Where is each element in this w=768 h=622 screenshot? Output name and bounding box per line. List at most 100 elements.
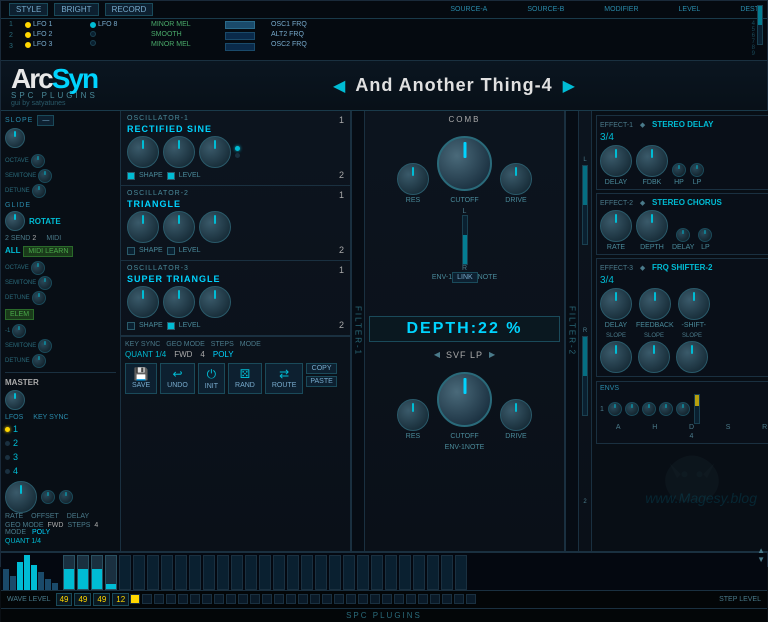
seq-dot[interactable] (418, 594, 428, 604)
seq-dot[interactable] (394, 594, 404, 604)
osc2-shape-knob[interactable] (199, 211, 231, 243)
env-s-knob[interactable] (659, 402, 673, 416)
env-r-knob[interactable] (676, 402, 690, 416)
seq-cell-empty[interactable] (217, 555, 229, 590)
seq-dot[interactable] (442, 594, 452, 604)
effect1-mix-slider[interactable] (757, 5, 763, 45)
seq-dot[interactable] (202, 594, 212, 604)
seq-cell-empty[interactable] (203, 555, 215, 590)
seq-cell-empty[interactable] (371, 555, 383, 590)
drive2-knob[interactable] (500, 399, 532, 431)
osc1-knob-2[interactable] (163, 136, 195, 168)
env-a-knob[interactable] (608, 402, 622, 416)
level-check-2[interactable] (167, 247, 175, 255)
bright-button[interactable]: BRIGHT (54, 3, 98, 16)
seq-dot[interactable] (358, 594, 368, 604)
semitone-knob-3[interactable] (38, 339, 52, 353)
shape-check-3[interactable] (127, 322, 135, 330)
octave-knob-2[interactable] (31, 261, 45, 275)
level-check-3[interactable] (167, 322, 175, 330)
feedback3-knob[interactable] (639, 288, 671, 320)
effect1-up[interactable]: ▲ (757, 546, 765, 555)
seq-cell-empty[interactable] (399, 555, 411, 590)
matrix-dot[interactable] (25, 32, 31, 38)
shift3-knob[interactable] (678, 288, 710, 320)
lfo-delay-knob[interactable] (59, 490, 73, 504)
lp1-knob[interactable] (690, 163, 704, 177)
seq-cell-empty[interactable] (259, 555, 271, 590)
shape-check-2[interactable] (127, 247, 135, 255)
seq-cell-empty[interactable] (315, 555, 327, 590)
seq-dot[interactable] (154, 594, 164, 604)
matrix-dot[interactable] (90, 40, 96, 46)
init-button[interactable]: ⏻ INIT (198, 363, 225, 394)
seq-dot[interactable] (406, 594, 416, 604)
osc1-shape-knob[interactable] (199, 136, 231, 168)
osc1-knob-1[interactable] (127, 136, 159, 168)
seq-dot[interactable] (274, 594, 284, 604)
osc2-knob-2[interactable] (163, 211, 195, 243)
effect1-down[interactable]: ▼ (757, 555, 765, 564)
seq-cell-empty[interactable] (427, 555, 439, 590)
seq-dot[interactable] (298, 594, 308, 604)
detune-knob-3[interactable] (32, 354, 46, 368)
main-r-slider[interactable] (582, 336, 588, 416)
res2-knob[interactable] (397, 399, 429, 431)
depth2-knob[interactable] (636, 210, 668, 242)
hp1-knob[interactable] (672, 163, 686, 177)
record-button[interactable]: RECORD (105, 3, 154, 16)
seq-cell-empty[interactable] (133, 555, 145, 590)
link-button[interactable]: LINK (452, 272, 478, 283)
drive1-knob[interactable] (500, 163, 532, 195)
seq-dot[interactable] (370, 594, 380, 604)
lp2-knob[interactable] (698, 228, 712, 242)
seq-dot[interactable] (142, 594, 152, 604)
seq-cell[interactable] (63, 555, 75, 590)
semitone-knob-2[interactable] (38, 276, 52, 290)
seq-cell-empty[interactable] (413, 555, 425, 590)
delay2-knob[interactable] (676, 228, 690, 242)
seq-dot[interactable] (262, 594, 272, 604)
seq-dot[interactable] (226, 594, 236, 604)
seq-dot[interactable] (214, 594, 224, 604)
slope3-knob-2[interactable] (638, 341, 670, 373)
seq-dot[interactable] (178, 594, 188, 604)
seq-cell[interactable] (105, 555, 117, 590)
seq-dot[interactable] (286, 594, 296, 604)
seq-dot[interactable] (430, 594, 440, 604)
shape-check-1[interactable] (127, 172, 135, 180)
delay3-knob[interactable] (600, 288, 632, 320)
slope-knob[interactable] (5, 128, 25, 148)
seq-cell-empty[interactable] (329, 555, 341, 590)
seq-dot[interactable] (454, 594, 464, 604)
env-vel-slider[interactable] (694, 394, 700, 424)
seq-dot[interactable] (130, 594, 140, 604)
lfo-rate-knob[interactable] (5, 481, 37, 513)
seq-cell[interactable] (77, 555, 89, 590)
semitone-knob-1[interactable] (38, 169, 52, 183)
route-button[interactable]: ⇄ ROUTE (265, 363, 304, 394)
cutoff2-knob[interactable] (437, 372, 492, 427)
undo-button[interactable]: ↩ UNDO (160, 363, 195, 394)
osc3-shape-knob[interactable] (199, 286, 231, 318)
seq-cell-empty[interactable] (245, 555, 257, 590)
master-knob[interactable] (5, 390, 25, 410)
seq-dot[interactable] (322, 594, 332, 604)
osc2-knob-1[interactable] (127, 211, 159, 243)
style-button[interactable]: STYLE (9, 3, 48, 16)
seq-cell-empty[interactable] (343, 555, 355, 590)
seq-dot[interactable] (346, 594, 356, 604)
matrix-dot[interactable] (25, 22, 31, 28)
slope3-knob-3[interactable] (676, 341, 708, 373)
env-d-knob[interactable] (642, 402, 656, 416)
seq-cell-empty[interactable] (231, 555, 243, 590)
slope3-knob-1[interactable] (600, 341, 632, 373)
seq-cell-empty[interactable] (441, 555, 453, 590)
seq-dot[interactable] (310, 594, 320, 604)
elem-button[interactable]: ELEM (5, 309, 34, 320)
main-l-slider[interactable] (582, 165, 588, 245)
seq-cell-empty[interactable] (119, 555, 131, 590)
midi-learn-button[interactable]: MIDI LEARN (23, 246, 73, 257)
filter-type-arrow-left[interactable]: ◀ (434, 350, 440, 359)
lfo-offset-knob[interactable] (41, 490, 55, 504)
